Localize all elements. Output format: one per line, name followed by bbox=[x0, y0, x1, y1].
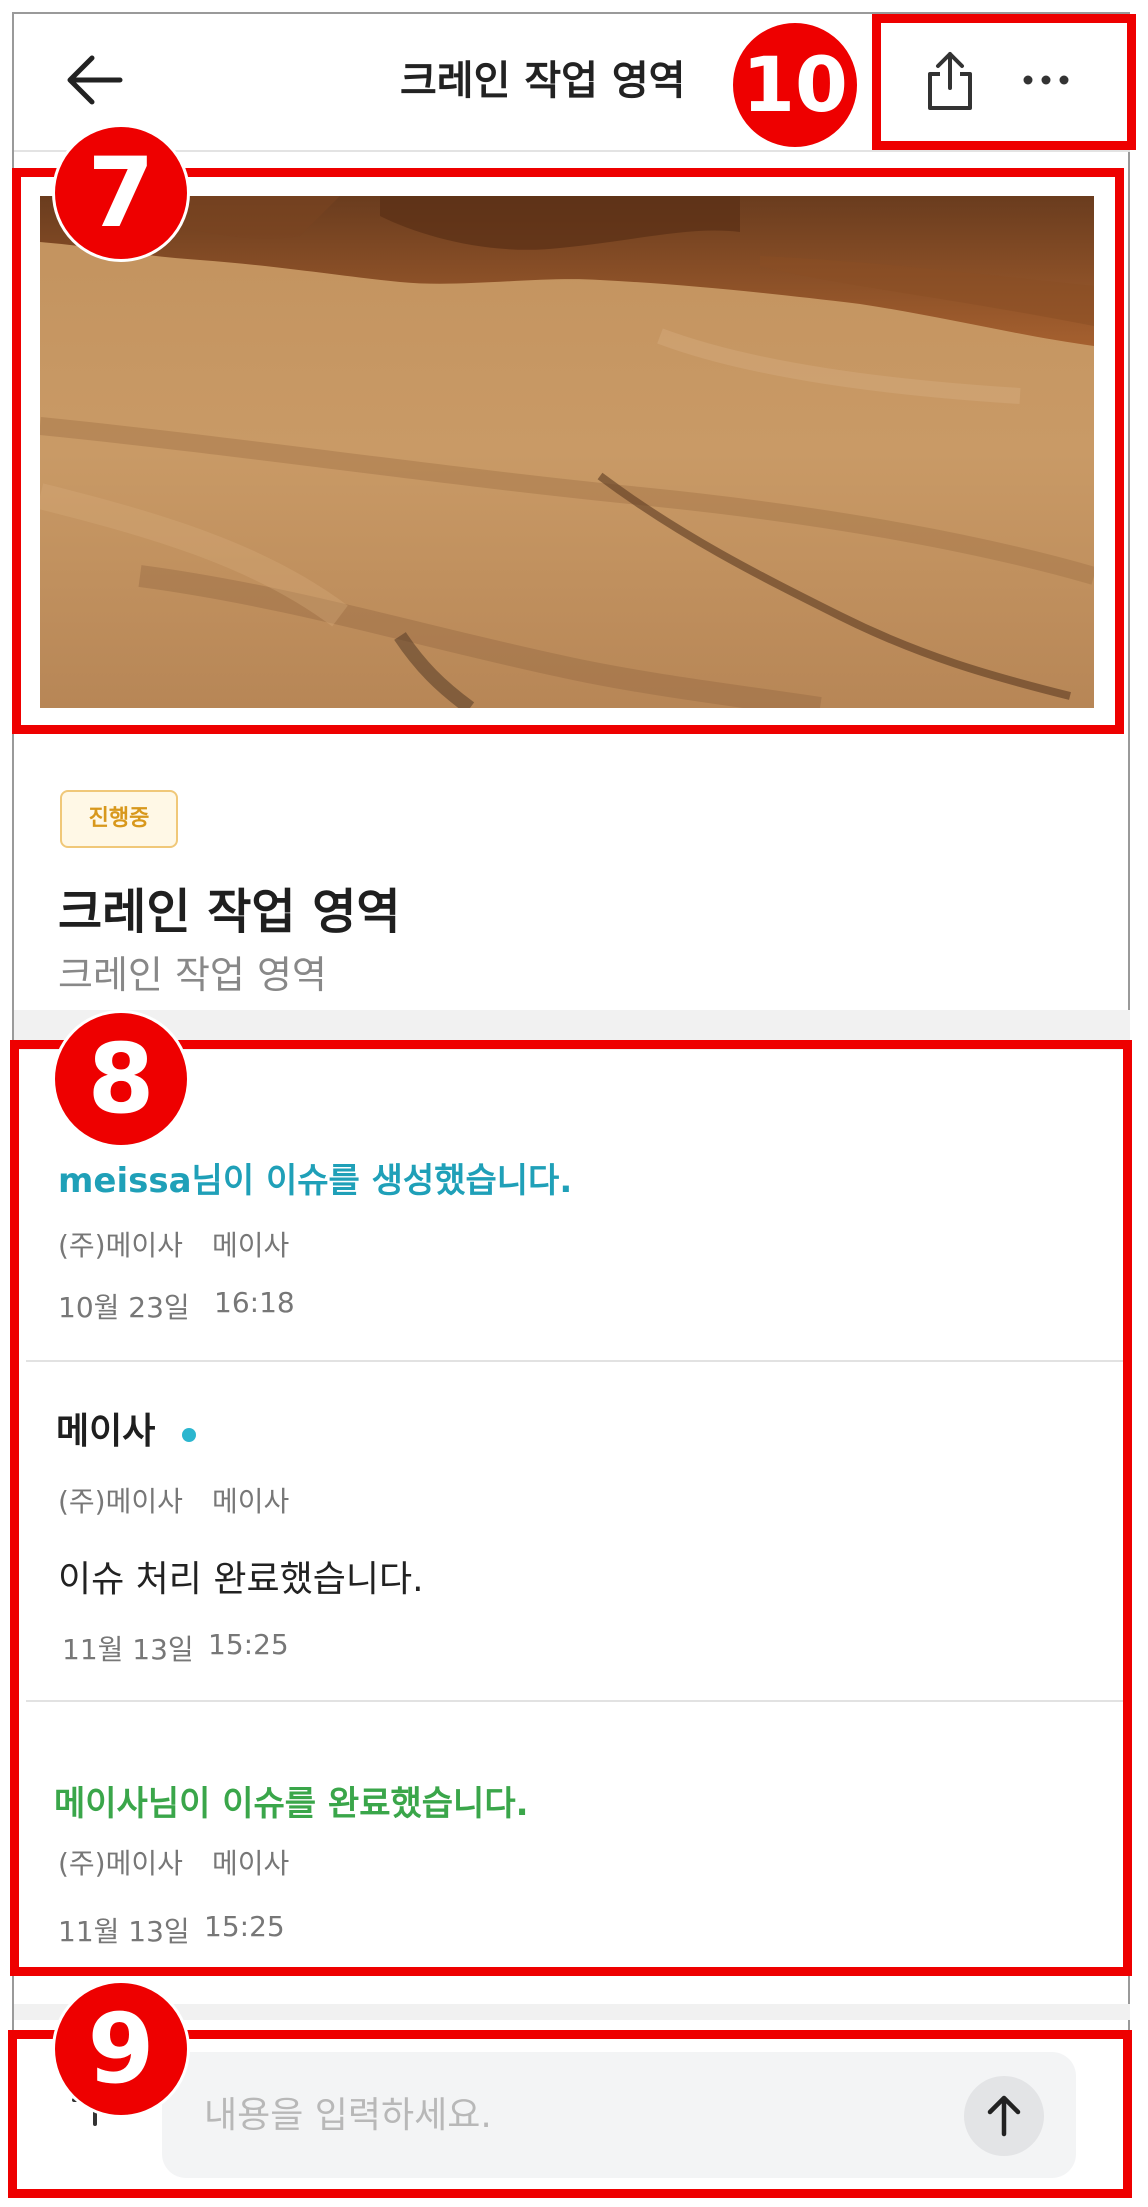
arrow-left-icon bbox=[67, 55, 123, 105]
header-title: 크레인 작업 영역 bbox=[400, 58, 686, 104]
annotation-number: 10 bbox=[730, 20, 860, 150]
status-badge: 진행중 bbox=[60, 790, 178, 848]
issue-subtitle: 크레인 작업 영역 bbox=[58, 953, 327, 997]
annotation-number: 7 bbox=[52, 124, 190, 262]
annotation-box-activity bbox=[10, 1040, 1132, 1976]
back-button[interactable] bbox=[62, 52, 126, 108]
annotation-box-header-actions bbox=[872, 14, 1136, 150]
header-divider bbox=[14, 150, 1130, 152]
annotation-number: 9 bbox=[52, 1980, 190, 2118]
annotation-box-photo bbox=[12, 168, 1124, 734]
annotation-number: 8 bbox=[52, 1010, 190, 1148]
issue-title: 크레인 작업 영역 bbox=[58, 884, 401, 940]
